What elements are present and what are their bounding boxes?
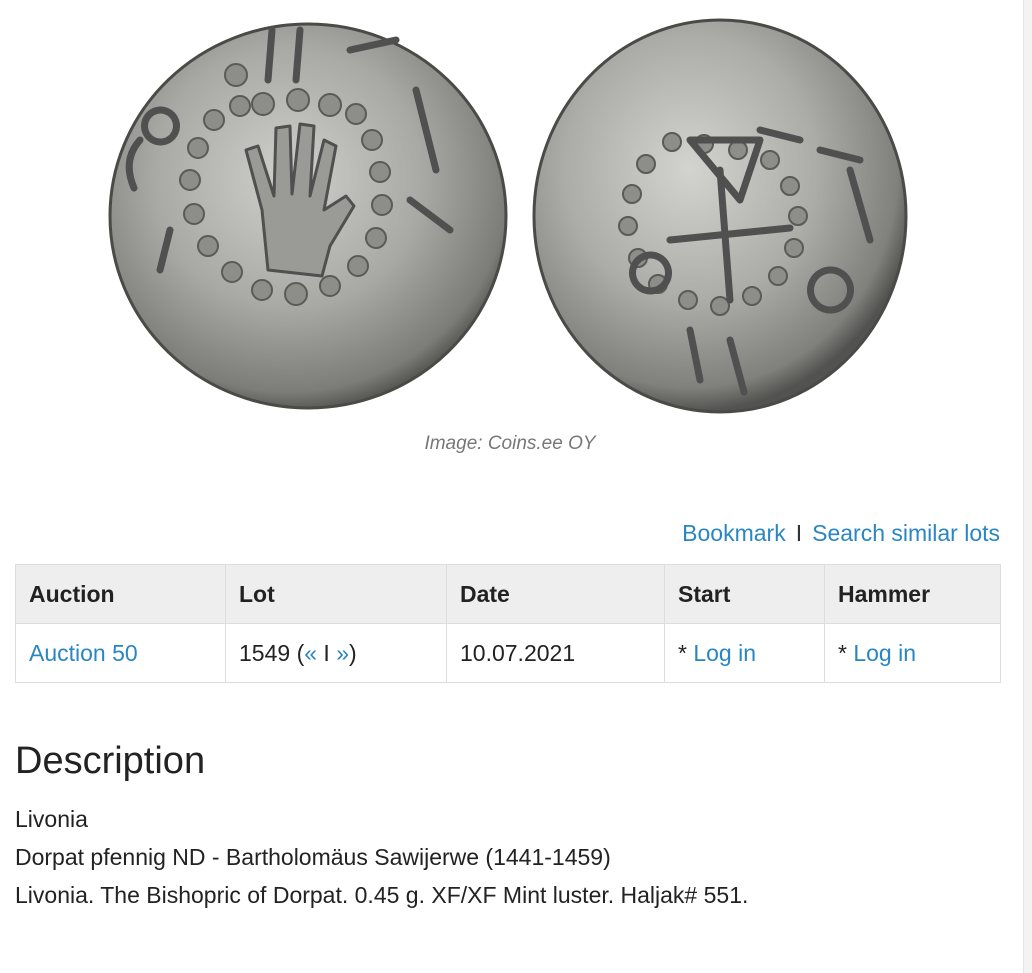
description-title-line: Dorpat pfennig ND - Bartholomäus Sawijer… — [15, 844, 611, 870]
lot-number: 1549 — [239, 639, 291, 666]
cell-start: * Log in — [664, 623, 825, 683]
lot-actions: Bookmark I Search similar lots — [682, 520, 1000, 547]
page-scrollbar[interactable] — [1023, 0, 1032, 973]
cell-date: 10.07.2021 — [446, 623, 665, 683]
table-header-row: Auction Lot Date Start Hammer — [15, 564, 1001, 624]
actions-separator: I — [795, 520, 803, 546]
header-lot: Lot — [225, 564, 447, 624]
lot-paren-close: ) — [349, 639, 357, 666]
header-auction: Auction — [15, 564, 226, 624]
coin-obverse-hand-icon — [108, 22, 508, 410]
cell-auction: Auction 50 — [15, 623, 226, 683]
coin-reverse-cross-icon — [532, 18, 908, 414]
description-details: Livonia. The Bishopric of Dorpat. 0.45 g… — [15, 882, 749, 908]
cell-lot: 1549 (« I ») — [225, 623, 447, 683]
search-similar-lots-link[interactable]: Search similar lots — [812, 520, 1000, 546]
lot-info-table: Auction Lot Date Start Hammer Auction 50… — [15, 564, 1001, 683]
description-region: Livonia — [15, 806, 88, 832]
image-caption: Image: Coins.ee OY — [424, 433, 596, 454]
hammer-prefix: * — [838, 639, 854, 666]
lot-nav-separator: I — [323, 639, 330, 666]
coin-image-graphic — [108, 18, 908, 414]
coin-image — [0, 0, 1020, 430]
start-login-link[interactable]: Log in — [693, 640, 756, 666]
start-prefix: * — [678, 639, 694, 666]
table-row: Auction 50 1549 (« I ») 10.07.2021 * Log… — [15, 623, 1001, 683]
description-heading: Description — [15, 740, 206, 782]
header-start: Start — [664, 564, 825, 624]
bookmark-link[interactable]: Bookmark — [682, 520, 786, 546]
header-date: Date — [446, 564, 665, 624]
previous-lot-link[interactable]: « — [304, 640, 317, 666]
auction-link[interactable]: Auction 50 — [29, 640, 138, 666]
header-hammer: Hammer — [824, 564, 1001, 624]
hammer-login-link[interactable]: Log in — [853, 640, 916, 666]
cell-hammer: * Log in — [824, 623, 1001, 683]
next-lot-link[interactable]: » — [336, 640, 349, 666]
